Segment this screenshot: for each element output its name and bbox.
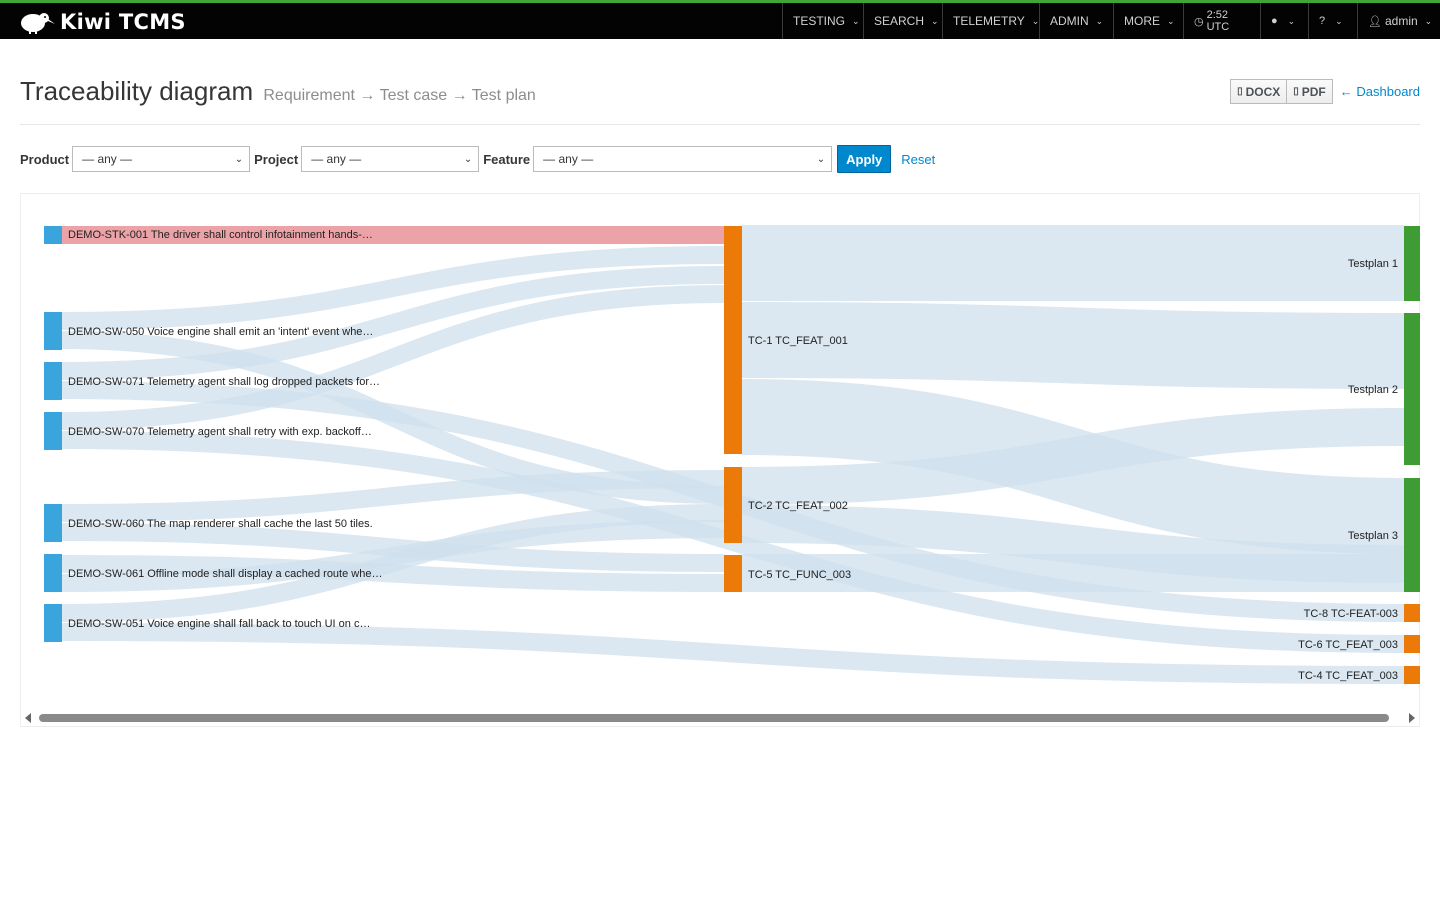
testcase-label: TC-5 TC_FUNC_003 [748,569,851,581]
orphan-testcase-label: TC-8 TC-FEAT-003 [1304,608,1398,620]
testcase-node[interactable] [724,555,742,592]
scroll-left-icon[interactable] [25,713,31,723]
requirement-label: DEMO-SW-070 Telemetry agent shall retry … [68,426,372,438]
requirement-node[interactable] [44,554,62,592]
orphan-testcase-label: TC-4 TC_FEAT_003 [1298,670,1398,682]
testcase-node[interactable] [724,226,742,454]
requirement-label: DEMO-SW-051 Voice engine shall fall back… [68,618,370,630]
orphan-testcase-label: TC-6 TC_FEAT_003 [1298,639,1398,651]
testcase-node[interactable] [724,467,742,543]
testplan-node[interactable] [1404,226,1420,301]
requirement-node[interactable] [44,504,62,542]
requirement-label: DEMO-SW-060 The map renderer shall cache… [68,518,373,530]
testplan-node[interactable] [1404,478,1420,592]
requirement-label: DEMO-SW-050 Voice engine shall emit an '… [68,326,373,338]
scroll-right-icon[interactable] [1409,713,1415,723]
horizontal-scrollbar[interactable] [21,710,1419,726]
requirement-node[interactable] [44,362,62,400]
testcase-label: TC-2 TC_FEAT_002 [748,500,848,512]
testplan-node[interactable] [1404,313,1420,465]
orphan-testcase-node[interactable] [1404,635,1420,653]
link-sw050-tc1[interactable] [61,246,725,330]
testplan-label: Testplan 1 [1348,258,1398,270]
orphan-testcase-node[interactable] [1404,604,1420,622]
sankey-svg: DEMO-STK-001 The driver shall control in… [44,224,1420,684]
traceability-diagram: DEMO-STK-001 The driver shall control in… [20,193,1420,727]
requirement-node[interactable] [44,604,62,642]
testcase-label: TC-1 TC_FEAT_001 [748,335,848,347]
requirement-node[interactable] [44,226,62,244]
scrollbar-thumb[interactable] [39,714,1389,722]
requirement-node[interactable] [44,312,62,350]
orphan-testcase-node[interactable] [1404,666,1420,684]
requirement-label: DEMO-STK-001 The driver shall control in… [68,229,373,241]
requirement-label: DEMO-SW-071 Telemetry agent shall log dr… [68,376,380,388]
testplan-label: Testplan 3 [1348,530,1398,542]
requirement-label: DEMO-SW-061 Offline mode shall display a… [68,568,382,580]
testplan-label: Testplan 2 [1348,384,1398,396]
requirement-node[interactable] [44,412,62,450]
